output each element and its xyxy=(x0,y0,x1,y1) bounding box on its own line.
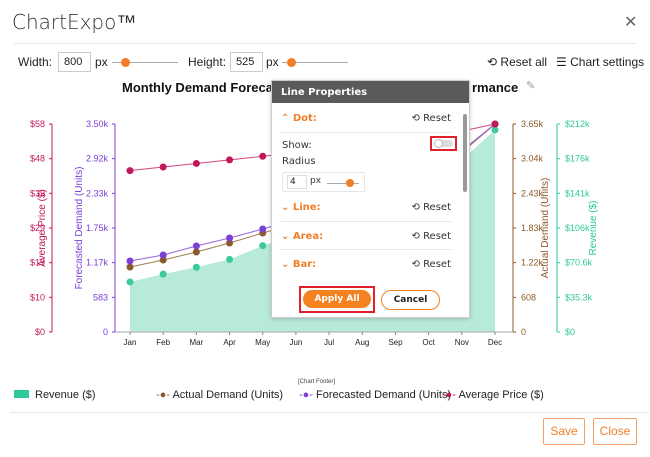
legend-item-revenue[interactable]: Revenue ($) xyxy=(14,389,96,401)
x-tick-label: Dec xyxy=(488,338,502,347)
revenue-tick-label: $212k xyxy=(565,119,590,129)
panel-title: Line Properties xyxy=(272,81,469,103)
revenue-point xyxy=(192,263,200,271)
radius-input[interactable]: 4 xyxy=(287,175,307,189)
x-tick-label: Apr xyxy=(223,338,236,347)
revenue-axis-title: Revenue ($) xyxy=(588,200,599,255)
price-point xyxy=(159,163,167,171)
cancel-button[interactable]: Cancel xyxy=(381,290,440,310)
area-label: Area: xyxy=(292,231,324,242)
revenue-tick-label: $106k xyxy=(565,223,590,233)
show-toggle-highlight xyxy=(430,136,457,151)
x-tick-label: Sep xyxy=(388,338,403,347)
line-reset-button[interactable]: ⟲ Reset xyxy=(412,202,452,213)
revenue-point xyxy=(159,270,167,278)
chart-footer[interactable]: [Chart Footer] xyxy=(298,379,335,385)
forecast-swatch: -●- xyxy=(299,389,313,401)
line-label: Line: xyxy=(292,202,321,213)
revenue-swatch xyxy=(14,390,29,398)
price-point xyxy=(491,120,499,128)
forecast-point xyxy=(259,225,267,233)
apply-all-button[interactable]: Apply All xyxy=(303,290,371,308)
forecast-tick-label: 2.92k xyxy=(86,154,109,164)
x-tick-label: Oct xyxy=(422,338,435,347)
price-axis-title: Average Price ($) xyxy=(37,189,48,267)
close-button[interactable]: Close xyxy=(593,418,637,445)
revenue-tick-label: $0 xyxy=(565,327,575,337)
radius-unit: px xyxy=(310,176,322,186)
revenue-tick-label: $141k xyxy=(565,188,590,198)
price-tick-label: $10 xyxy=(30,292,45,302)
x-tick-label: Mar xyxy=(189,338,203,347)
forecast-point xyxy=(159,251,167,259)
x-tick-label: Jan xyxy=(124,338,137,347)
forecast-point xyxy=(226,234,234,242)
revenue-point xyxy=(226,255,234,263)
forecast-tick-label: 583 xyxy=(93,292,108,302)
actual-tick-label: 3.04k xyxy=(521,154,544,164)
actual-axis-title: Actual Demand (Units) xyxy=(540,178,551,279)
forecast-tick-label: 1.75k xyxy=(86,223,109,233)
show-toggle[interactable] xyxy=(434,139,453,148)
area-reset-button[interactable]: ⟲ Reset xyxy=(412,231,452,242)
price-point xyxy=(226,156,234,164)
actual-point xyxy=(192,248,200,256)
radius-slider-handle[interactable] xyxy=(346,179,354,187)
legend-item-forecast[interactable]: -●- Forecasted Demand (Units) xyxy=(299,389,451,401)
bar-label: Bar: xyxy=(292,259,317,270)
price-point xyxy=(126,167,134,175)
x-tick-label: Jun xyxy=(289,338,302,347)
line-section[interactable]: ⌄ Line: ⟲ Reset xyxy=(281,202,451,213)
actual-tick-label: 3.65k xyxy=(521,119,544,129)
line-properties-panel: Line Properties ⌃ Dot: ⟲ Reset Show: Radi… xyxy=(271,80,470,318)
forecast-point xyxy=(126,257,134,265)
price-tick-label: $48 xyxy=(30,154,45,164)
forecast-point xyxy=(192,242,200,250)
x-tick-label: Aug xyxy=(355,338,369,347)
actual-tick-label: 608 xyxy=(521,292,536,302)
radius-slider[interactable] xyxy=(327,183,359,184)
dot-label: Dot: xyxy=(292,113,317,124)
price-tick-label: $0 xyxy=(35,327,45,337)
divider xyxy=(10,412,648,413)
forecast-tick-label: 2.33k xyxy=(86,188,109,198)
actual-tick-label: 0 xyxy=(521,327,526,337)
forecast-tick-label: 3.50k xyxy=(86,119,109,129)
forecast-tick-label: 0 xyxy=(103,327,108,337)
revenue-tick-label: $70.6k xyxy=(565,258,593,268)
price-tick-label: $58 xyxy=(30,119,45,129)
bar-reset-button[interactable]: ⟲ Reset xyxy=(412,259,452,270)
price-point xyxy=(259,152,267,160)
actual-point xyxy=(126,263,134,271)
revenue-tick-label: $176k xyxy=(565,154,590,164)
panel-scrollbar[interactable] xyxy=(463,114,467,192)
price-point xyxy=(192,159,200,167)
bar-section[interactable]: ⌄ Bar: ⟲ Reset xyxy=(281,259,451,270)
x-tick-label: May xyxy=(255,338,270,347)
x-tick-label: Nov xyxy=(455,338,469,347)
x-tick-label: Jul xyxy=(324,338,334,347)
dot-section[interactable]: ⌃ Dot: ⟲ Reset xyxy=(281,113,451,124)
dot-reset-button[interactable]: ⟲ Reset xyxy=(412,113,452,124)
legend-item-price[interactable]: -●- Average Price ($) xyxy=(442,389,544,401)
actual-swatch: -●- xyxy=(156,389,170,401)
price-swatch: -●- xyxy=(442,389,456,401)
show-label: Show: xyxy=(282,140,312,151)
revenue-point xyxy=(126,278,134,286)
x-tick-label: Feb xyxy=(156,338,170,347)
radius-label: Radius xyxy=(282,156,316,167)
forecast-axis-title: Forecasted Demand (Units) xyxy=(74,167,85,290)
area-section[interactable]: ⌄ Area: ⟲ Reset xyxy=(281,231,451,242)
legend-item-actual[interactable]: -●- Actual Demand (Units) xyxy=(156,389,283,401)
save-button[interactable]: Save xyxy=(543,418,585,445)
revenue-tick-label: $35.3k xyxy=(565,292,593,302)
forecast-tick-label: 1.17k xyxy=(86,258,109,268)
revenue-point xyxy=(259,242,267,250)
radius-control: 4 px xyxy=(282,172,365,192)
